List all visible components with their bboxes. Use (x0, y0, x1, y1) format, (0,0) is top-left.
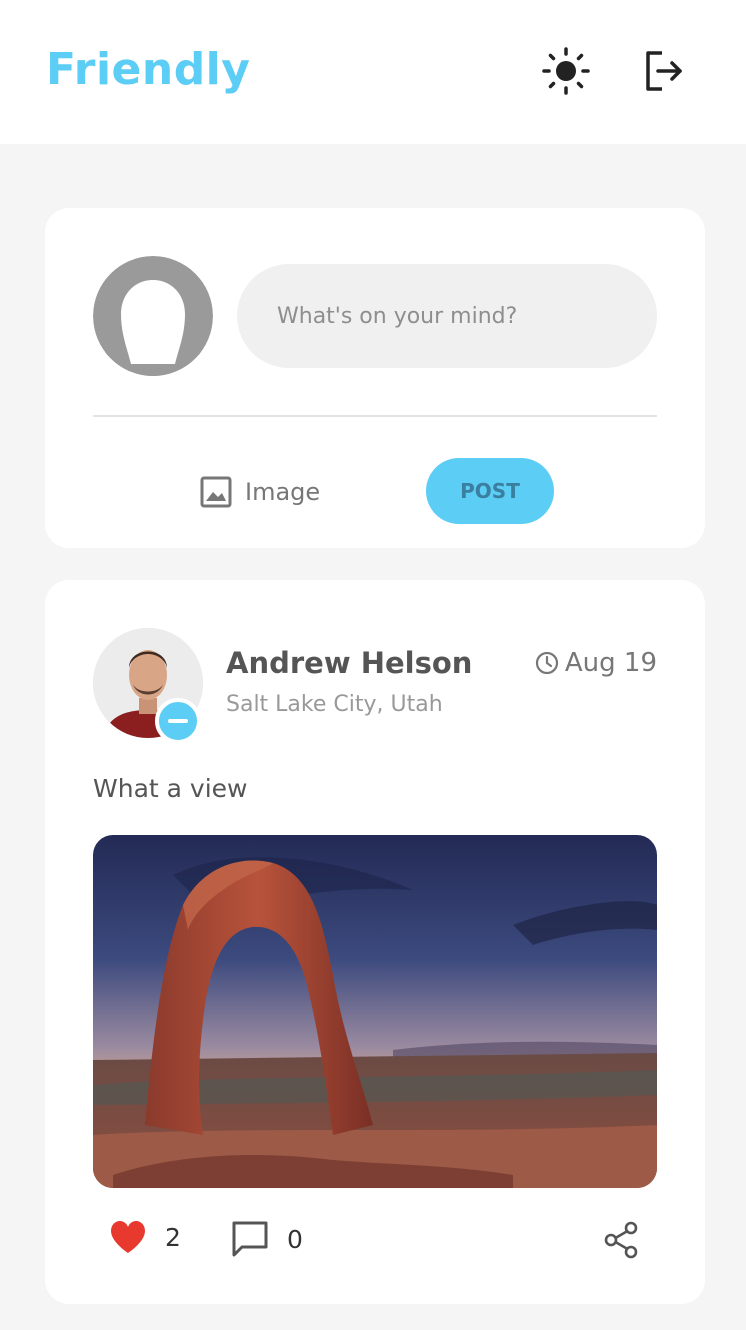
logout-icon (646, 51, 682, 91)
post-image[interactable] (93, 835, 657, 1188)
top-bar: Friendly (0, 0, 746, 144)
current-user-avatar[interactable] (93, 256, 213, 376)
post-composer: Image POST (45, 208, 705, 548)
post-actions: 2 0 (45, 1220, 705, 1268)
post-input[interactable] (237, 264, 657, 368)
author-name[interactable]: Andrew Helson (226, 646, 472, 680)
post-date: Aug 19 (535, 648, 657, 678)
sun-icon (542, 47, 590, 95)
post-text: What a view (93, 774, 248, 803)
unfollow-button[interactable] (155, 698, 201, 744)
user-placeholder-icon (93, 256, 213, 376)
comment-button[interactable]: 0 (231, 1220, 303, 1258)
add-image-label: Image (245, 478, 321, 506)
arch-landscape-photo (93, 835, 657, 1188)
theme-toggle-button[interactable] (540, 45, 592, 97)
image-icon (200, 476, 232, 508)
like-button[interactable]: 2 (109, 1220, 181, 1254)
post-date-text: Aug 19 (564, 648, 657, 678)
author-location: Salt Lake City, Utah (226, 692, 443, 717)
app-logo[interactable]: Friendly (46, 44, 250, 95)
like-count: 2 (165, 1222, 181, 1252)
heart-icon (111, 1221, 145, 1253)
add-image-button[interactable]: Image (199, 470, 320, 514)
comment-icon (232, 1221, 268, 1257)
minus-icon (168, 719, 188, 723)
post-card: Andrew Helson Salt Lake City, Utah Aug 1… (45, 580, 705, 1304)
comment-count: 0 (287, 1224, 303, 1254)
post-button[interactable]: POST (426, 458, 554, 524)
share-button[interactable] (601, 1220, 641, 1264)
clock-icon (535, 651, 558, 675)
logout-button[interactable] (638, 45, 690, 97)
composer-divider (93, 415, 657, 417)
share-icon (604, 1221, 638, 1259)
